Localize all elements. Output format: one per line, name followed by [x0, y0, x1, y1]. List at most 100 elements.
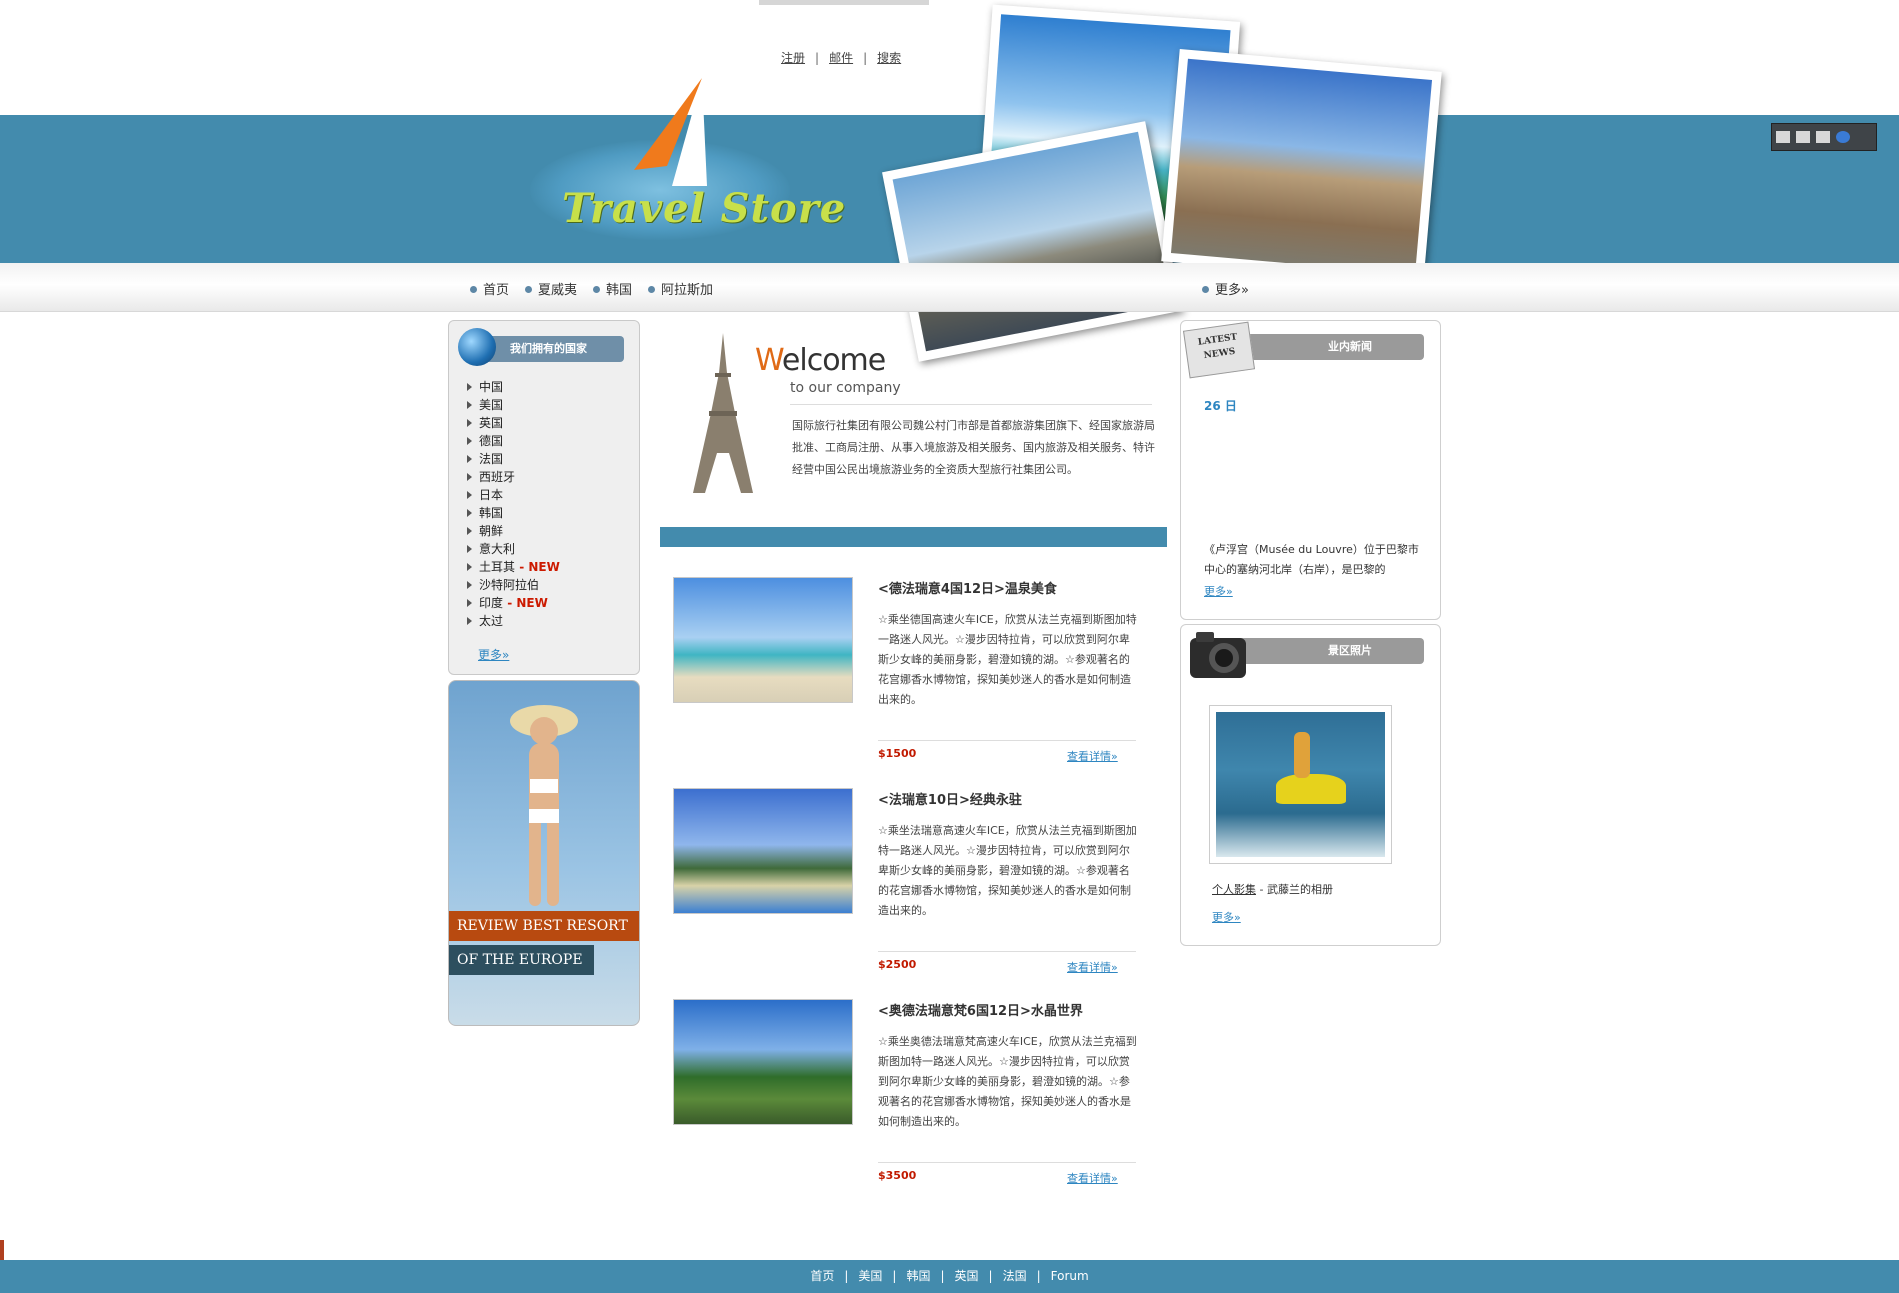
- arrow-right-icon: [467, 617, 472, 625]
- news-date: 26 日: [1204, 399, 1237, 413]
- nav-item-korea[interactable]: 韩国: [593, 279, 632, 298]
- tour-description: ☆乘坐法瑞意高速火车ICE，欣赏从法兰克福到斯图加特一路迷人风光。☆漫步因特拉肯…: [878, 824, 1137, 917]
- arrow-right-icon: [467, 491, 472, 499]
- tour-detail-link[interactable]: 查看详情»: [1067, 748, 1118, 764]
- camera-icon: [1190, 632, 1246, 678]
- arrow-right-icon: [467, 509, 472, 517]
- section-divider-band: [660, 527, 1167, 547]
- divider: [790, 404, 1152, 405]
- promo-line-1: REVIEW BEST RESORT: [449, 911, 639, 941]
- welcome-title: Welcome: [755, 343, 886, 378]
- country-item[interactable]: 日本: [467, 486, 560, 504]
- newspaper-icon: LATEST NEWS: [1182, 321, 1256, 379]
- country-item[interactable]: 西班牙: [467, 468, 560, 486]
- tour-detail-link[interactable]: 查看详情»: [1067, 959, 1118, 975]
- tour-price: $3500: [878, 1169, 917, 1182]
- footer-link-usa[interactable]: 美国: [858, 1269, 882, 1283]
- header-photo-colosseum: [1161, 48, 1442, 285]
- footer-link-korea[interactable]: 韩国: [906, 1269, 930, 1283]
- countries-panel-title: 我们拥有的国家: [474, 336, 624, 362]
- tour-image[interactable]: [673, 788, 853, 914]
- country-item[interactable]: 法国: [467, 450, 560, 468]
- site-logo[interactable]: Travel Store: [562, 185, 846, 232]
- arrow-right-icon: [467, 563, 472, 571]
- country-item[interactable]: 德国: [467, 432, 560, 450]
- toolbar-help-icon[interactable]: [1836, 131, 1850, 143]
- nav-item-home[interactable]: 首页: [470, 279, 509, 298]
- new-badge: - NEW: [515, 560, 560, 574]
- nav-more[interactable]: 更多»: [1202, 279, 1249, 298]
- top-links: 注册 | 邮件 | 搜索: [781, 51, 902, 65]
- arrow-right-icon: [467, 419, 472, 427]
- toolbar-grid-icon[interactable]: [1776, 131, 1790, 143]
- beach-model-image: [510, 705, 578, 906]
- register-link[interactable]: 注册: [781, 51, 805, 65]
- browser-toolbar[interactable]: [1771, 123, 1877, 151]
- nav-band: [0, 263, 1899, 312]
- tour-price: $2500: [878, 958, 917, 971]
- resort-promo-banner[interactable]: REVIEW BEST RESORT OF THE EUROPE: [448, 680, 640, 1026]
- arrow-right-icon: [467, 383, 472, 391]
- arrow-right-icon: [467, 581, 472, 589]
- bullet-icon: [525, 286, 533, 293]
- promo-line-2: OF THE EUROPE: [449, 945, 594, 975]
- tour-title[interactable]: <法瑞意10日>经典永驻: [878, 789, 1022, 808]
- scenic-caption: 个人影集 - 武藤兰的相册: [1212, 883, 1333, 896]
- toolbar-keyboard-icon[interactable]: [1816, 131, 1830, 143]
- footer-link-home[interactable]: 首页: [810, 1269, 834, 1283]
- countries-more-link[interactable]: 更多»: [478, 646, 509, 663]
- footer: 首页 | 美国 | 韩国 | 英国 | 法国 | Forum: [0, 1260, 1899, 1293]
- toolbar-page-icon[interactable]: [1796, 131, 1810, 143]
- globe-icon: [458, 328, 496, 366]
- country-item[interactable]: 美国: [467, 396, 560, 414]
- bullet-icon: [648, 286, 656, 293]
- footer-link-uk[interactable]: 英国: [955, 1269, 979, 1283]
- tour-title[interactable]: <奥德法瑞意梵6国12日>水晶世界: [878, 1000, 1083, 1019]
- footer-link-forum[interactable]: Forum: [1051, 1269, 1089, 1283]
- tour-image[interactable]: [673, 999, 853, 1125]
- tour-image[interactable]: [673, 577, 853, 703]
- arrow-right-icon: [467, 599, 472, 607]
- tour-description: ☆乘坐奥德法瑞意梵高速火车ICE，欣赏从法兰克福到斯图加特一路迷人风光。☆漫步因…: [878, 1035, 1137, 1128]
- arrow-right-icon: [467, 473, 472, 481]
- country-item[interactable]: 英国: [467, 414, 560, 432]
- scenic-panel-title: 景区照片: [1228, 638, 1424, 664]
- country-item[interactable]: 土耳其 - NEW: [467, 558, 560, 576]
- tour-title[interactable]: <德法瑞意4国12日>温泉美食: [878, 578, 1057, 597]
- top-edge-bar: [759, 0, 929, 5]
- country-item[interactable]: 中国: [467, 378, 560, 396]
- company-intro: 国际旅行社集团有限公司魏公村门市部是首都旅游集团旗下、经国家旅游局批准、工商局注…: [792, 419, 1155, 476]
- country-list: 中国 美国 英国 德国 法国 西班牙 日本 韩国 朝鲜 意大利 土耳其 - NE…: [467, 378, 560, 630]
- country-item[interactable]: 韩国: [467, 504, 560, 522]
- footer-link-france[interactable]: 法国: [1003, 1269, 1027, 1283]
- main-nav: 首页 夏威夷 韩国 阿拉斯加: [470, 279, 729, 298]
- arrow-right-icon: [467, 455, 472, 463]
- country-item[interactable]: 意大利: [467, 540, 560, 558]
- bullet-icon: [470, 286, 477, 293]
- eiffel-tower-image: [693, 333, 753, 493]
- country-item[interactable]: 太过: [467, 612, 560, 630]
- album-link[interactable]: 个人影集: [1212, 883, 1256, 896]
- country-item[interactable]: 朝鲜: [467, 522, 560, 540]
- jetski-image: [1216, 712, 1385, 857]
- arrow-right-icon: [467, 527, 472, 535]
- tour-detail-link[interactable]: 查看详情»: [1067, 1170, 1118, 1186]
- arrow-right-icon: [467, 401, 472, 409]
- country-item[interactable]: 印度 - NEW: [467, 594, 560, 612]
- scenic-photo[interactable]: [1209, 705, 1392, 864]
- new-badge: - NEW: [503, 596, 548, 610]
- bullet-icon: [1202, 286, 1209, 293]
- scenic-more-link[interactable]: 更多»: [1212, 909, 1241, 925]
- welcome-subtitle: to our company: [790, 380, 901, 396]
- mail-link[interactable]: 邮件: [829, 51, 853, 65]
- bullet-icon: [593, 286, 601, 293]
- news-panel-title: 业内新闻: [1228, 334, 1424, 360]
- nav-item-alaska[interactable]: 阿拉斯加: [648, 279, 713, 298]
- nav-item-hawaii[interactable]: 夏威夷: [525, 279, 577, 298]
- country-item[interactable]: 沙特阿拉伯: [467, 576, 560, 594]
- arrow-right-icon: [467, 545, 472, 553]
- divider: [878, 740, 1136, 741]
- tour-description: ☆乘坐德国高速火车ICE，欣赏从法兰克福到斯图加特一路迷人风光。☆漫步因特拉肯，…: [878, 613, 1137, 706]
- search-link[interactable]: 搜索: [877, 51, 901, 65]
- news-more-link[interactable]: 更多»: [1204, 583, 1233, 599]
